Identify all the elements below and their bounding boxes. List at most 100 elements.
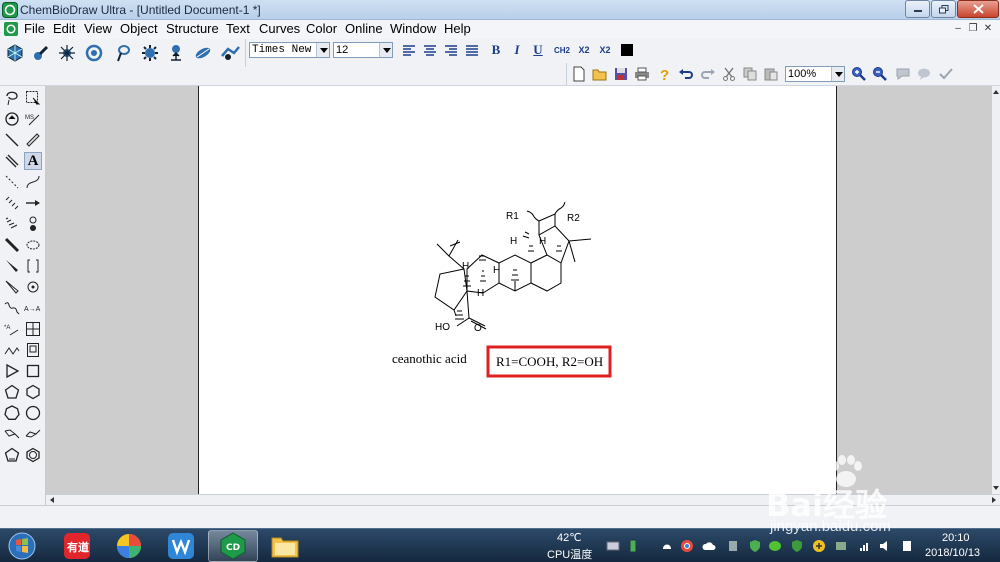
atom-label-o[interactable]: O (474, 323, 482, 334)
chat-button[interactable] (914, 64, 934, 84)
formula-button[interactable]: CH2 (552, 40, 572, 60)
text-color-button[interactable] (617, 40, 637, 60)
cycloheptane-icon[interactable] (3, 404, 21, 422)
atom-label-h-mid[interactable]: H (462, 261, 469, 272)
atom-label-h-lower[interactable]: H (493, 265, 500, 276)
taskbar-app-youdao[interactable]: 有道 (52, 530, 102, 562)
mass-fragmentation-icon[interactable]: MS (24, 110, 42, 128)
cyclohexane-chair-1-icon[interactable] (3, 425, 21, 443)
cyclohexane-chair-2-icon[interactable] (24, 425, 42, 443)
substituent-caption[interactable]: R1=COOH, R2=OH (496, 354, 603, 369)
network-icon[interactable] (858, 539, 872, 553)
mdi-close-button[interactable]: ✕ (981, 22, 995, 36)
check-button[interactable] (936, 64, 956, 84)
taskbar-app-explorer[interactable] (260, 530, 310, 562)
dashed-bond-icon[interactable] (3, 173, 21, 191)
taskbar-app-wps[interactable] (156, 530, 206, 562)
help-button[interactable]: ? (655, 64, 675, 84)
align-left-button[interactable] (399, 40, 419, 60)
tray-app-icon[interactable] (834, 539, 848, 553)
lasso-icon[interactable] (3, 89, 21, 107)
menu-file[interactable]: File (24, 21, 45, 36)
keyboard-icon[interactable] (606, 539, 620, 553)
single-bond-icon[interactable] (3, 131, 21, 149)
cyclopropane-icon[interactable] (3, 362, 21, 380)
zoom-out-button[interactable] (870, 64, 890, 84)
atom-label-ho[interactable]: HO (435, 322, 450, 333)
eraser-icon[interactable] (24, 131, 42, 149)
taskbar-app-color[interactable] (104, 530, 154, 562)
action-center-icon[interactable] (900, 539, 914, 553)
font-size-select[interactable]: 12 (333, 42, 393, 58)
scroll-left-icon[interactable] (48, 496, 56, 504)
bracket-icon[interactable] (24, 257, 42, 275)
atom-label-h-top-left[interactable]: H (510, 236, 517, 247)
superscript-button[interactable]: X2 (595, 40, 615, 60)
underline-button[interactable]: U (528, 40, 548, 60)
atom-label-h-bottom[interactable]: H (477, 288, 484, 299)
cyclopentane-icon[interactable] (3, 383, 21, 401)
wechat-icon[interactable] (768, 539, 782, 553)
cyclohexane-icon[interactable] (24, 383, 42, 401)
maximize-button[interactable] (931, 0, 956, 18)
mdi-minimize-button[interactable]: – (951, 22, 965, 36)
hollow-wedge-icon[interactable] (3, 278, 21, 296)
start-button[interactable] (6, 531, 38, 561)
document-canvas[interactable]: R1 R2 H H H H H HO O ceanothic acid R1=C… (198, 86, 837, 494)
italic-button[interactable]: I (507, 40, 527, 60)
font-name-select[interactable]: Times New R (249, 42, 330, 58)
cyclobutane-icon[interactable] (24, 362, 42, 380)
save-button[interactable] (611, 64, 631, 84)
cut-button[interactable] (719, 64, 739, 84)
atom-label-h-top-right[interactable]: H (539, 236, 546, 247)
copy-button[interactable] (740, 64, 760, 84)
menu-online[interactable]: Online (345, 21, 383, 36)
wavy-bond-icon[interactable] (3, 299, 21, 317)
paste-button[interactable] (761, 64, 781, 84)
bold-bond-icon[interactable] (3, 236, 21, 254)
menu-view[interactable]: View (84, 21, 112, 36)
add-icon[interactable] (812, 539, 826, 553)
redo-button[interactable] (698, 64, 718, 84)
text-tool-icon[interactable]: A (24, 152, 42, 170)
pen-tool-icon[interactable] (24, 173, 42, 191)
chemical-structure-drawing[interactable]: R1 R2 H H H H H HO O ceanothic acid R1=C… (199, 86, 836, 494)
undo-button[interactable] (676, 64, 696, 84)
shield-tray-icon[interactable] (748, 539, 762, 553)
double-bond-icon[interactable] (3, 152, 21, 170)
comment-button[interactable] (893, 64, 913, 84)
menu-structure[interactable]: Structure (166, 21, 219, 36)
vertical-scrollbar[interactable] (991, 86, 1000, 494)
bold-button[interactable]: B (486, 40, 506, 60)
zoom-select[interactable]: 100% (785, 66, 845, 82)
open-button[interactable] (590, 64, 610, 84)
battery-icon[interactable] (626, 539, 640, 553)
template-polyhedra-icon[interactable] (5, 43, 25, 63)
hashed-wedge-icon[interactable] (3, 215, 21, 233)
cloud-icon[interactable] (702, 539, 716, 553)
hashed-bond-icon[interactable] (3, 194, 21, 212)
security-icon[interactable] (790, 539, 804, 553)
template-cyclo-icon[interactable] (57, 43, 77, 63)
align-justify-button[interactable] (462, 40, 482, 60)
orbital-icon[interactable] (24, 215, 42, 233)
marquee-icon[interactable] (24, 89, 42, 107)
drawing-elements-icon[interactable] (24, 236, 42, 254)
template-bio-icon[interactable] (112, 43, 132, 63)
template-ring-icon[interactable] (84, 43, 104, 63)
template-dna-icon[interactable] (193, 43, 213, 63)
reaction-arrow-icon[interactable]: A→A (24, 299, 42, 317)
cyclopentadiene-icon[interactable] (3, 446, 21, 464)
mdi-restore-button[interactable]: ❐ (966, 22, 980, 36)
print-button[interactable] (632, 64, 652, 84)
menu-object[interactable]: Object (120, 21, 158, 36)
menu-window[interactable]: Window (390, 21, 436, 36)
notification-bell-icon[interactable] (660, 539, 674, 553)
taskbar-app-chembiodraw[interactable]: CD (208, 530, 258, 562)
benzene-icon[interactable] (24, 446, 42, 464)
menu-curves[interactable]: Curves (259, 21, 300, 36)
zoom-in-button[interactable] (849, 64, 869, 84)
atom-label-r2[interactable]: R2 (567, 213, 580, 224)
template-lab-equipment-icon[interactable] (31, 43, 51, 63)
close-button[interactable] (957, 0, 999, 18)
